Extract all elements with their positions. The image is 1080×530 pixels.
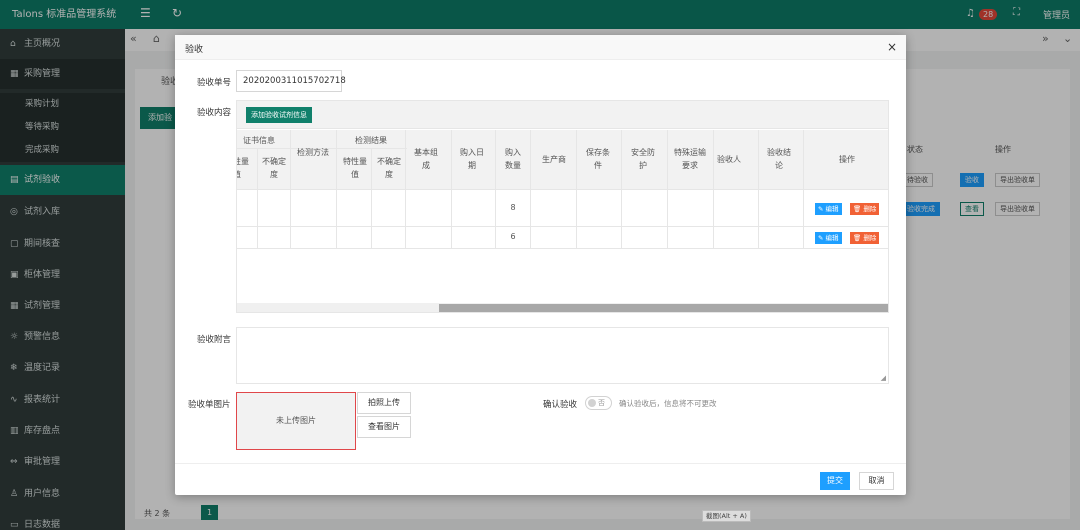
order-no-label: 验收单号 [197,78,232,88]
grid-line [336,130,337,248]
confirm-label: 确认验收 [543,400,578,410]
header-result-value: 特性量值 [343,157,367,179]
footer-divider [175,463,906,464]
add-reagent-button[interactable]: 添加验收试剂信息 [246,107,312,123]
close-icon[interactable]: × [887,40,897,54]
attach-textarea[interactable]: ◢ [236,327,889,384]
grid-line [451,130,452,248]
edit-label: 编辑 [825,234,839,242]
edit-label: 编辑 [825,205,839,213]
image-preview: 未上传图片 [236,392,356,450]
header-buy-date: 购入日期 [460,148,484,170]
confirm-hint: 确认验收后，信息将不可更改 [619,399,717,408]
view-image-button[interactable]: 查看图片 [357,416,411,438]
row-quantity: 6 [510,232,516,241]
header-storage: 保存条件 [586,148,610,170]
grid-line [621,130,622,248]
grid-line [405,130,406,248]
attach-label: 验收附言 [197,335,232,345]
row-divider [237,226,888,227]
header-quantity: 购入数量 [505,148,521,170]
dialog-title: 验收 [185,45,204,55]
grid-line [371,149,372,248]
image-label: 验收单图片 [188,400,231,410]
edit-button[interactable]: ✎ 编辑 [815,232,842,244]
edit-button[interactable]: ✎ 编辑 [815,203,842,215]
scrollbar-thumb[interactable] [439,304,888,312]
header-result-uncertainty: 不确定度 [377,157,401,179]
resize-handle-icon[interactable]: ◢ [881,374,886,382]
grid-line [758,130,759,248]
header-matrix: 基本组成 [414,148,438,170]
table-header: 证书信息 特性量值 不确定度 检测方法 检测结果 特性量值 不确定度 基本组成 … [237,130,888,190]
submit-button[interactable]: 提交 [820,472,850,490]
header-maker: 生产商 [542,155,566,164]
header-result-group: 检测结果 [355,136,387,145]
table-toolbar: 添加验收试剂信息 [237,101,888,129]
header-operations: 操作 [839,155,855,164]
grid-line [803,130,804,248]
content-label: 验收内容 [197,108,232,118]
header-cert-value: 特性量值 [237,157,249,179]
grid-line [290,130,291,248]
delete-label: 删除 [863,205,877,213]
header-transport: 特殊运输要求 [674,148,706,170]
grid-line [667,130,668,248]
header-cert-group: 证书信息 [243,136,275,145]
photo-upload-button[interactable]: 拍照上传 [357,392,411,414]
grid-line [576,130,577,248]
cancel-button[interactable]: 取消 [859,472,894,490]
header-conclusion: 验收结论 [767,148,791,170]
header-method: 检测方法 [297,148,329,157]
grid-line [530,130,531,248]
dialog-header: 验收 × [175,35,906,60]
header-cert-uncertainty: 不确定度 [262,157,286,179]
delete-button[interactable]: 🗑 删除 [850,203,880,215]
toggle-knob [588,399,596,407]
delete-label: 删除 [863,234,877,242]
toggle-text: 否 [598,399,605,407]
row-quantity: 8 [510,203,516,212]
header-safety: 安全防护 [631,148,655,170]
order-no-field[interactable]: 2020200311015702718 [236,70,346,92]
confirm-toggle[interactable]: 否 [585,396,612,410]
grid-line [713,130,714,248]
row-divider [237,248,888,249]
delete-button[interactable]: 🗑 删除 [850,232,880,244]
grid-line [495,130,496,248]
screenshot-tooltip: 截图(Alt + A) [702,510,751,522]
acceptance-dialog: 验收 × 验收单号 2020200311015702718 验收内容 添加验收试… [175,35,906,495]
acceptance-table: 添加验收试剂信息 证书信息 特性量值 不确定度 检测方法 检测结果 特性量值 不… [236,100,889,313]
grid-line [257,149,258,248]
